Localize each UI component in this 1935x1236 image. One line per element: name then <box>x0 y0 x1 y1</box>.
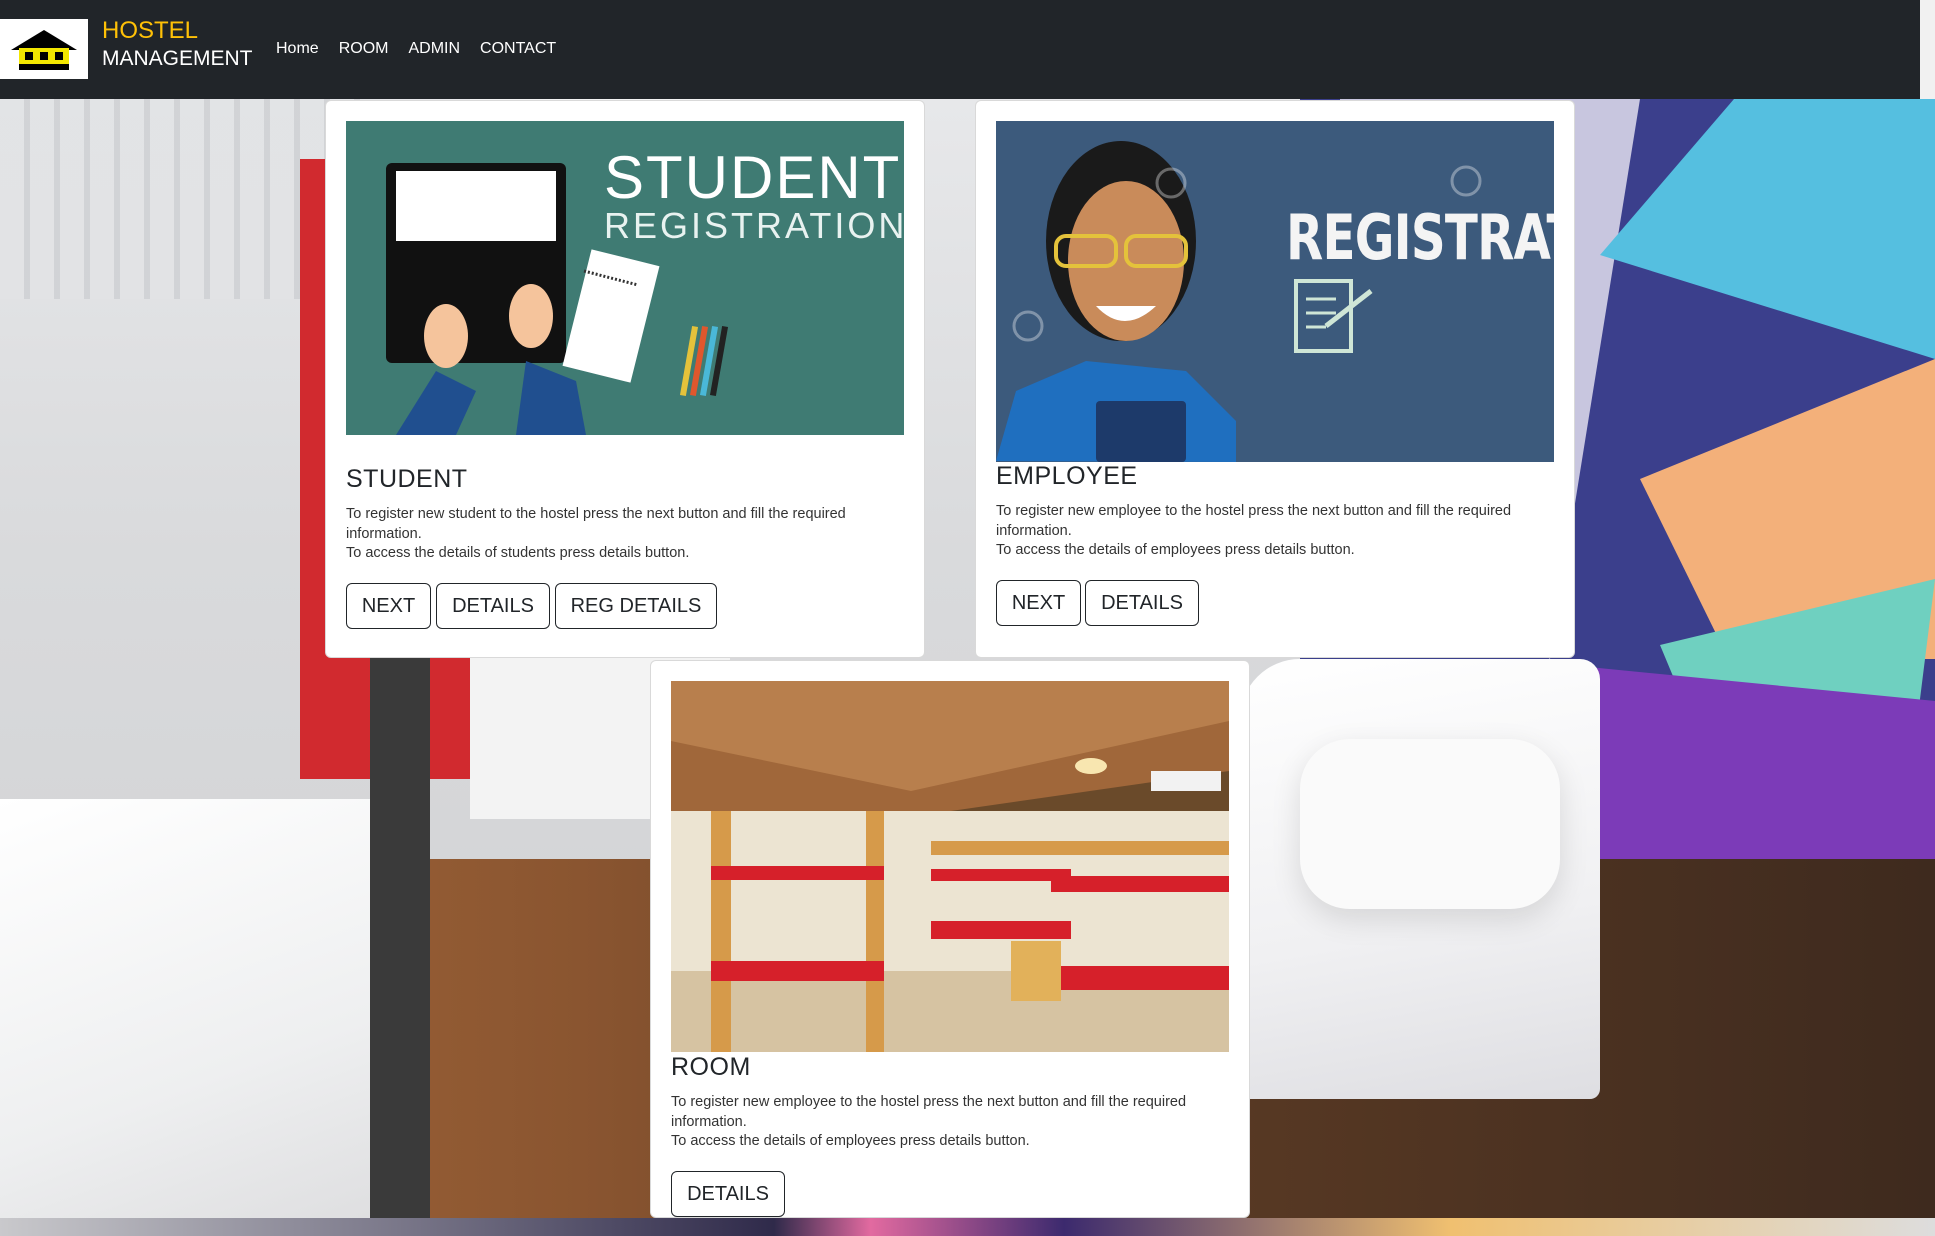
nav-link-admin[interactable]: ADMIN <box>408 40 460 58</box>
employee-registration-image: REGISTRATION <box>996 121 1554 462</box>
brand-name[interactable]: HOSTEL MANAGEMENT <box>102 17 253 73</box>
room-desc-line-2: To access the details of employees press… <box>671 1133 1030 1149</box>
student-image-title: STUDENT <box>604 144 902 211</box>
student-description: To register new student to the hostel pr… <box>346 505 886 564</box>
student-details-button[interactable]: DETAILS <box>436 583 550 629</box>
brand-line-2: MANAGEMENT <box>102 47 253 70</box>
employee-card: REGISTRATION EMPLOYEE To register new em… <box>975 100 1575 658</box>
student-registration-image: STUDENT REGISTRATION <box>346 121 904 435</box>
employee-description: To register new employee to the hostel p… <box>996 502 1536 561</box>
employee-desc-line-2: To access the details of employees press… <box>996 542 1355 558</box>
employee-desc-line-1: To register new employee to the hostel p… <box>996 503 1512 539</box>
nav-links: Home ROOM ADMIN CONTACT <box>276 40 576 58</box>
nav-link-contact[interactable]: CONTACT <box>480 40 556 58</box>
brand-logo[interactable] <box>0 19 88 79</box>
room-details-button[interactable]: DETAILS <box>671 1171 785 1217</box>
nav-link-home[interactable]: Home <box>276 40 319 58</box>
student-desc-line-2: To access the details of students press … <box>346 545 690 561</box>
hostel-building-icon <box>11 30 77 70</box>
room-heading: ROOM <box>671 1053 751 1081</box>
room-image <box>671 681 1229 1052</box>
nav-link-room[interactable]: ROOM <box>339 40 389 58</box>
room-desc-line-1: To register new employee to the hostel p… <box>671 1094 1187 1130</box>
employee-heading: EMPLOYEE <box>996 462 1138 490</box>
student-reg-details-button[interactable]: REG DETAILS <box>555 583 717 629</box>
student-image-subtitle: REGISTRATION <box>604 205 904 246</box>
employee-image-title: REGISTRATION <box>1286 201 1554 274</box>
room-description: To register new employee to the hostel p… <box>671 1093 1211 1152</box>
student-card: STUDENT REGISTRATION STUDENT To register… <box>325 100 925 658</box>
background-bottom-strip <box>0 1218 1935 1236</box>
scrollbar-gutter <box>1920 0 1935 99</box>
student-next-button[interactable]: NEXT <box>346 583 431 629</box>
top-navbar: HOSTEL MANAGEMENT Home ROOM ADMIN CONTAC… <box>0 0 1920 99</box>
employee-details-button[interactable]: DETAILS <box>1085 580 1199 626</box>
brand-line-1: HOSTEL <box>102 17 199 44</box>
employee-next-button[interactable]: NEXT <box>996 580 1081 626</box>
room-card: ROOM To register new employee to the hos… <box>650 660 1250 1218</box>
student-heading: STUDENT <box>346 465 468 493</box>
student-desc-line-1: To register new student to the hostel pr… <box>346 506 846 542</box>
